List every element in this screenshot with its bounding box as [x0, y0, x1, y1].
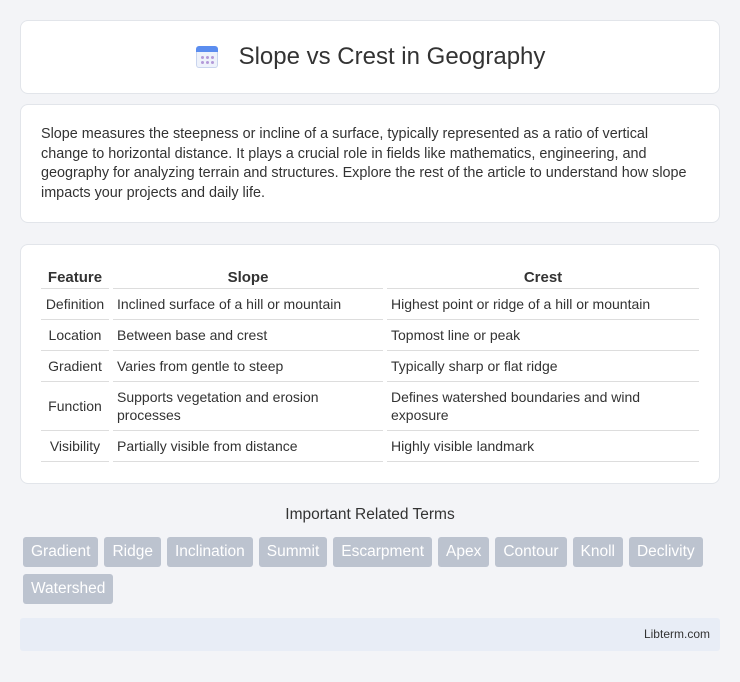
table-cell: Topmost line or peak	[387, 320, 699, 351]
tag-ridge[interactable]: Ridge	[104, 537, 161, 567]
tag-contour[interactable]: Contour	[495, 537, 567, 567]
column-header-slope: Slope	[113, 265, 383, 289]
table-row: Definition Inclined surface of a hill or…	[41, 289, 699, 320]
comparison-table: Feature Slope Crest Definition Inclined …	[37, 265, 703, 462]
page-title: Slope vs Crest in Geography	[238, 43, 546, 70]
table-cell: Defines watershed boundaries and wind ex…	[387, 382, 699, 431]
tag-summit[interactable]: Summit	[258, 537, 328, 567]
tag-watershed[interactable]: Watershed	[23, 574, 114, 604]
related-terms-heading: Important Related Terms	[285, 506, 455, 523]
table-cell: Gradient	[41, 351, 109, 382]
table-header-row: Feature Slope Crest	[41, 265, 699, 289]
table-cell: Highest point or ridge of a hill or moun…	[387, 289, 699, 320]
comparison-table-card: Feature Slope Crest Definition Inclined …	[20, 244, 720, 484]
table-cell: Supports vegetation and erosion processe…	[113, 382, 383, 431]
table-row: Gradient Varies from gentle to steep Typ…	[41, 351, 699, 382]
related-terms-list: Gradient Ridge Inclination Summit Escarp…	[23, 537, 723, 611]
tag-declivity[interactable]: Declivity	[628, 537, 703, 567]
tag-knoll[interactable]: Knoll	[572, 537, 623, 567]
table-cell: Typically sharp or flat ridge	[387, 351, 699, 382]
table-row: Function Supports vegetation and erosion…	[41, 382, 699, 431]
tag-apex[interactable]: Apex	[438, 537, 490, 567]
footer-site-link[interactable]: Libterm.com	[644, 627, 710, 641]
table-cell: Location	[41, 320, 109, 351]
footer: Libterm.com	[20, 618, 720, 651]
tag-inclination[interactable]: Inclination	[166, 537, 253, 567]
table-row: Visibility Partially visible from distan…	[41, 431, 699, 462]
table-cell: Inclined surface of a hill or mountain	[113, 289, 383, 320]
tag-gradient[interactable]: Gradient	[23, 537, 99, 567]
table-cell: Highly visible landmark	[387, 431, 699, 462]
intro-card: Slope measures the steepness or incline …	[20, 104, 720, 223]
column-header-crest: Crest	[387, 265, 699, 289]
table-cell: Varies from gentle to steep	[113, 351, 383, 382]
table-cell: Function	[41, 382, 109, 431]
table-row: Location Between base and crest Topmost …	[41, 320, 699, 351]
table-cell: Visibility	[41, 431, 109, 462]
table-cell: Partially visible from distance	[113, 431, 383, 462]
header-card: Slope vs Crest in Geography	[20, 20, 720, 94]
table-cell: Definition	[41, 289, 109, 320]
tag-escarpment[interactable]: Escarpment	[333, 537, 432, 567]
column-header-feature: Feature	[41, 265, 109, 289]
intro-text: Slope measures the steepness or incline …	[41, 126, 687, 201]
calendar-icon	[195, 45, 219, 69]
table-cell: Between base and crest	[113, 320, 383, 351]
